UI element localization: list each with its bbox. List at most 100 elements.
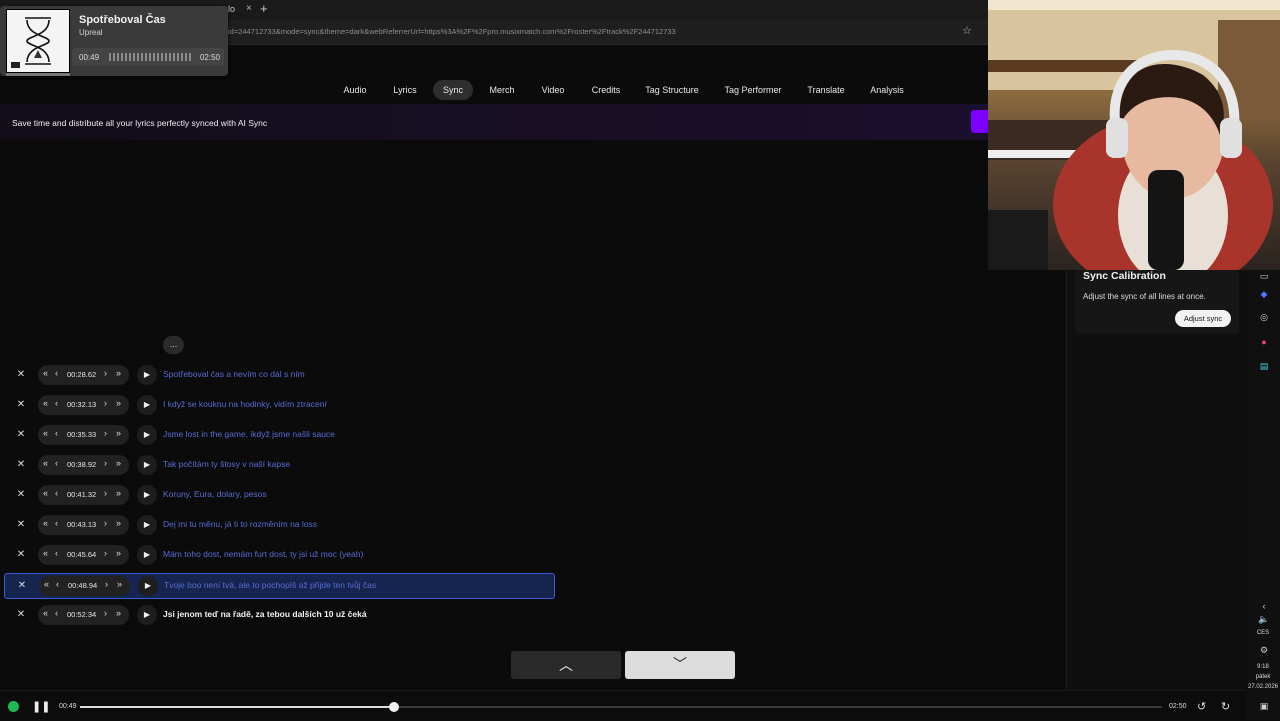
skip-forward-icon[interactable]: › bbox=[104, 608, 107, 618]
remove-line-icon[interactable]: ✕ bbox=[14, 428, 28, 442]
line-timestamp[interactable]: 00:48.94 bbox=[68, 581, 97, 590]
notification-app-icon[interactable]: ● bbox=[1258, 336, 1270, 348]
play-line-icon[interactable]: ▶ bbox=[137, 365, 157, 385]
sync-line-row[interactable]: ✕ « ‹ 00:28.62 › » ▶ Spotřeboval čas a nevím co… bbox=[4, 363, 553, 387]
settings-icon[interactable]: ⚙ bbox=[1258, 644, 1270, 656]
lyric-text[interactable]: I když se kouknu na hodinky, vidím ztrac… bbox=[163, 399, 327, 409]
skip-forward-icon[interactable]: › bbox=[104, 458, 107, 468]
banner-cta-button[interactable] bbox=[971, 110, 988, 133]
browser-tab-label[interactable]: lo bbox=[228, 4, 235, 14]
tab-audio[interactable]: Audio bbox=[333, 80, 376, 100]
tab-merch[interactable]: Merch bbox=[479, 80, 524, 100]
adjust-sync-button[interactable]: Adjust sync bbox=[1175, 310, 1231, 327]
line-timestamp[interactable]: 00:41.32 bbox=[67, 490, 96, 499]
skip-forward-large-icon[interactable]: » bbox=[116, 368, 121, 378]
skip-back-icon[interactable]: ‹ bbox=[55, 428, 58, 438]
skip-back-large-icon[interactable]: « bbox=[43, 398, 48, 408]
sync-line-row[interactable]: ✕ « ‹ 00:32.13 › » ▶ I když se kouknu na hodink… bbox=[4, 393, 553, 417]
tab-lyrics[interactable]: Lyrics bbox=[383, 80, 426, 100]
play-line-icon[interactable]: ▶ bbox=[138, 576, 158, 596]
language-indicator[interactable]: CES bbox=[1246, 630, 1280, 636]
seek-handle[interactable] bbox=[388, 702, 399, 712]
rewind-icon[interactable]: ↺ bbox=[1197, 700, 1206, 713]
lyric-text[interactable]: Spotřeboval čas a nevím co dál s ním bbox=[163, 369, 305, 379]
play-line-icon[interactable]: ▶ bbox=[137, 605, 157, 625]
tab-close-icon[interactable]: × bbox=[246, 3, 252, 14]
remove-line-icon[interactable]: ✕ bbox=[14, 548, 28, 562]
lyric-text[interactable]: Mám toho dost, nemám furt dost, ty jsi u… bbox=[163, 549, 363, 559]
skip-back-large-icon[interactable]: « bbox=[43, 368, 48, 378]
intro-marker-button[interactable]: ... bbox=[163, 336, 184, 354]
tab-sync[interactable]: Sync bbox=[432, 80, 474, 100]
skip-forward-large-icon[interactable]: » bbox=[116, 428, 121, 438]
lyric-text[interactable]: Tvoje boo není tvá, ale to pochopíš až p… bbox=[164, 580, 376, 590]
chevron-left-icon[interactable]: ‹ bbox=[1258, 600, 1270, 612]
skip-back-icon[interactable]: ‹ bbox=[55, 518, 58, 528]
skip-forward-large-icon[interactable]: » bbox=[116, 548, 121, 558]
tab-analysis[interactable]: Analysis bbox=[860, 80, 914, 100]
line-timestamp[interactable]: 00:52.34 bbox=[67, 610, 96, 619]
line-timestamp[interactable]: 00:32.13 bbox=[67, 400, 96, 409]
skip-forward-icon[interactable]: › bbox=[104, 428, 107, 438]
pause-button[interactable]: ❚❚ bbox=[32, 700, 50, 713]
skip-forward-icon[interactable]: › bbox=[104, 368, 107, 378]
skip-back-icon[interactable]: ‹ bbox=[55, 368, 58, 378]
line-timestamp[interactable]: 00:35.33 bbox=[67, 430, 96, 439]
skip-forward-icon[interactable]: › bbox=[104, 548, 107, 558]
sync-line-row[interactable]: ✕ « ‹ 00:48.94 › » ▶ Tvoje boo není tvá, ale to… bbox=[4, 573, 555, 599]
url-text[interactable]: id=244712733&mode=sync&theme=dark&webRef… bbox=[228, 27, 676, 36]
line-timestamp[interactable]: 00:43.13 bbox=[67, 520, 96, 529]
notes-app-icon[interactable]: ▤ bbox=[1258, 360, 1270, 372]
skip-back-icon[interactable]: ‹ bbox=[56, 579, 59, 589]
skip-forward-icon[interactable]: › bbox=[104, 398, 107, 408]
sync-line-row[interactable]: ✕ « ‹ 00:45.64 › » ▶ Mám toho dost, nemám furt … bbox=[4, 543, 553, 567]
skip-forward-large-icon[interactable]: » bbox=[116, 458, 121, 468]
window-icon[interactable]: ▭ bbox=[1258, 270, 1270, 282]
play-line-icon[interactable]: ▶ bbox=[137, 485, 157, 505]
skip-back-large-icon[interactable]: « bbox=[43, 428, 48, 438]
spotify-icon[interactable] bbox=[8, 701, 19, 712]
line-timestamp[interactable]: 00:45.64 bbox=[67, 550, 96, 559]
skip-back-large-icon[interactable]: « bbox=[43, 608, 48, 618]
tab-video[interactable]: Video bbox=[532, 80, 575, 100]
remove-line-icon[interactable]: ✕ bbox=[14, 608, 28, 622]
chrome-icon[interactable]: ◎ bbox=[1258, 311, 1270, 323]
app-diamond-icon[interactable]: ◆ bbox=[1258, 288, 1270, 300]
new-tab-button[interactable]: + bbox=[260, 1, 268, 16]
sync-line-row[interactable]: ✕ « ‹ 00:35.33 › » ▶ Jsme lost in the game, ikd… bbox=[4, 423, 553, 447]
sync-line-row[interactable]: ✕ « ‹ 00:52.34 › » ▶ Jsi jenom teď na řadě, za … bbox=[4, 603, 553, 627]
skip-forward-icon[interactable]: › bbox=[104, 488, 107, 498]
volume-icon[interactable]: 🔈 bbox=[1258, 613, 1270, 625]
skip-back-icon[interactable]: ‹ bbox=[55, 398, 58, 408]
lyric-text[interactable]: Jsme lost in the game, ikdyž jsme našli … bbox=[163, 429, 335, 439]
remove-line-icon[interactable]: ✕ bbox=[14, 398, 28, 412]
tab-tag-performer[interactable]: Tag Performer bbox=[714, 80, 791, 100]
skip-back-large-icon[interactable]: « bbox=[43, 458, 48, 468]
skip-forward-large-icon[interactable]: » bbox=[116, 488, 121, 498]
tab-tag-structure[interactable]: Tag Structure bbox=[635, 80, 709, 100]
remove-line-icon[interactable]: ✕ bbox=[14, 368, 28, 382]
sync-line-row[interactable]: ✕ « ‹ 00:43.13 › » ▶ Dej mi tu měnu, já ti to r… bbox=[4, 513, 553, 537]
line-timestamp[interactable]: 00:38.92 bbox=[67, 460, 96, 469]
remove-line-icon[interactable]: ✕ bbox=[15, 579, 29, 593]
notification-icon[interactable]: ▣ bbox=[1258, 700, 1270, 712]
skip-back-icon[interactable]: ‹ bbox=[55, 488, 58, 498]
line-timestamp[interactable]: 00:28.62 bbox=[67, 370, 96, 379]
skip-forward-icon[interactable]: › bbox=[104, 518, 107, 528]
skip-forward-icon[interactable]: › bbox=[105, 579, 108, 589]
play-line-icon[interactable]: ▶ bbox=[137, 425, 157, 445]
lyric-text[interactable]: Koruny, Eura, dolary, pesos bbox=[163, 489, 267, 499]
skip-back-large-icon[interactable]: « bbox=[43, 548, 48, 558]
tab-translate[interactable]: Translate bbox=[797, 80, 854, 100]
lyric-text[interactable]: Jsi jenom teď na řadě, za tebou dalších … bbox=[163, 609, 367, 619]
seek-bar[interactable] bbox=[80, 702, 1162, 712]
remove-line-icon[interactable]: ✕ bbox=[14, 518, 28, 532]
skip-forward-large-icon[interactable]: » bbox=[116, 518, 121, 528]
skip-forward-large-icon[interactable]: » bbox=[116, 398, 121, 408]
mini-player[interactable]: 00:49 02:50 bbox=[72, 48, 224, 66]
play-line-icon[interactable]: ▶ bbox=[137, 455, 157, 475]
play-line-icon[interactable]: ▶ bbox=[137, 395, 157, 415]
forward-icon[interactable]: ↻ bbox=[1221, 700, 1230, 713]
lyric-text[interactable]: Dej mi tu měnu, já ti to rozměním na los… bbox=[163, 519, 317, 529]
skip-back-icon[interactable]: ‹ bbox=[55, 458, 58, 468]
